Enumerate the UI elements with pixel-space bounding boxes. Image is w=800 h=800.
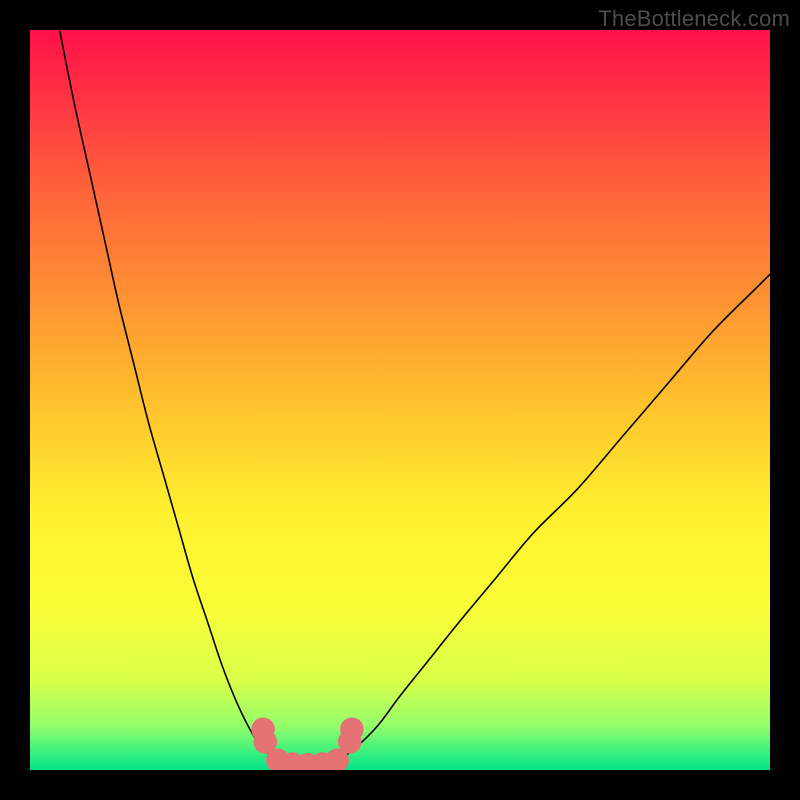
marker-dot (340, 717, 364, 741)
chart-frame: TheBottleneck.com (0, 0, 800, 800)
gradient-background (30, 30, 770, 770)
bottleneck-chart (30, 30, 770, 770)
attribution-text: TheBottleneck.com (598, 6, 790, 32)
